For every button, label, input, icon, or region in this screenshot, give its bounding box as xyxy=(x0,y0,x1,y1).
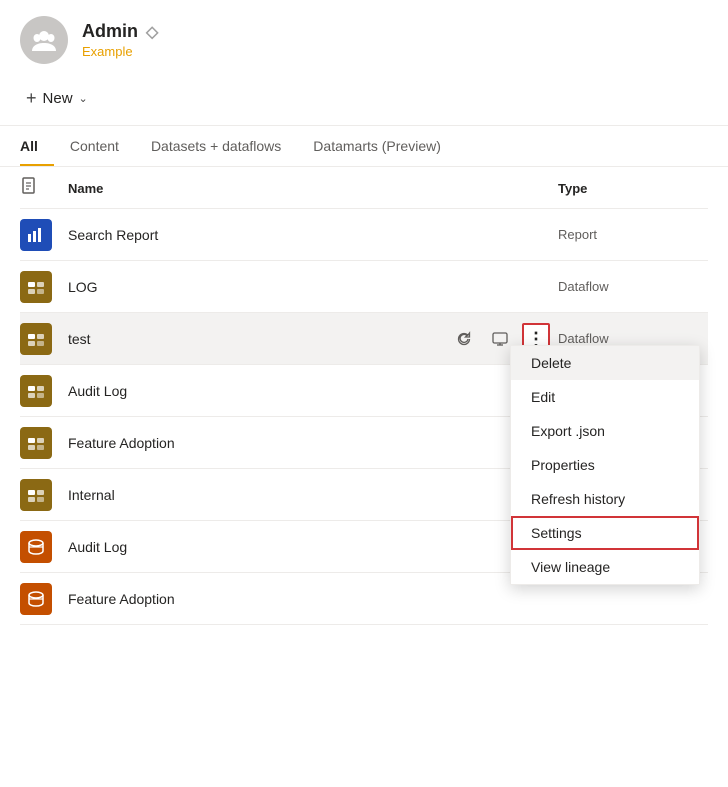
item-name: Audit Log xyxy=(68,539,558,555)
menu-item-settings[interactable]: Settings xyxy=(511,516,699,550)
menu-item-export-json[interactable]: Export .json xyxy=(511,414,699,448)
dataflow-icon xyxy=(20,375,52,407)
name-column-header: Name xyxy=(68,181,558,196)
menu-item-refresh-history[interactable]: Refresh history xyxy=(511,482,699,516)
new-button[interactable]: + New ⌄ xyxy=(20,84,94,113)
table-row: LOG Dataflow xyxy=(20,261,708,313)
content-table: Name Type Search Report Report xyxy=(0,167,728,625)
tab-bar: All Content Datasets + dataflows Datamar… xyxy=(0,126,728,167)
workspace-name: Admin xyxy=(82,21,138,42)
menu-item-edit[interactable]: Edit xyxy=(511,380,699,414)
new-label: New xyxy=(43,90,73,107)
table-row: test ⋮ Dataflow Delete Edit xyxy=(20,313,708,365)
dataflow-icon xyxy=(20,479,52,511)
row-icon-col xyxy=(20,323,68,355)
header-icon-col xyxy=(20,177,68,200)
row-icon-col xyxy=(20,531,68,563)
item-type: Dataflow xyxy=(558,279,708,294)
dataflow-icon xyxy=(20,427,52,459)
tab-all[interactable]: All xyxy=(20,126,54,166)
dataflow-icon xyxy=(20,323,52,355)
context-menu: Delete Edit Export .json Properties Refr… xyxy=(510,345,700,585)
item-name: test xyxy=(68,331,450,347)
item-name: Internal xyxy=(68,487,558,503)
item-name: Audit Log xyxy=(68,383,558,399)
refresh-icon[interactable] xyxy=(450,325,478,353)
report-icon xyxy=(20,219,52,251)
table-row: Search Report Report xyxy=(20,209,708,261)
avatar-icon xyxy=(28,24,60,56)
table-header: Name Type xyxy=(20,167,708,209)
item-type: Dataflow xyxy=(558,331,708,346)
header: Admin ◇ Example xyxy=(0,0,728,76)
tab-datamarts[interactable]: Datamarts (Preview) xyxy=(297,126,457,166)
workspace-subtitle: Example xyxy=(82,44,158,59)
menu-item-view-lineage[interactable]: View lineage xyxy=(511,550,699,584)
header-info: Admin ◇ Example xyxy=(82,21,158,59)
item-type: Report xyxy=(558,227,708,242)
menu-item-delete[interactable]: Delete xyxy=(511,346,699,380)
chevron-down-icon: ⌄ xyxy=(79,92,88,105)
datamart-icon xyxy=(20,531,52,563)
plus-icon: + xyxy=(26,88,37,109)
tab-content[interactable]: Content xyxy=(54,126,135,166)
toolbar: + New ⌄ xyxy=(0,76,728,126)
diamond-icon: ◇ xyxy=(146,22,158,42)
item-name: Search Report xyxy=(68,227,558,243)
item-name: LOG xyxy=(68,279,558,295)
row-icon-col xyxy=(20,427,68,459)
row-icon-col xyxy=(20,479,68,511)
avatar xyxy=(20,16,68,64)
row-icon-col xyxy=(20,271,68,303)
type-column-header: Type xyxy=(558,181,708,196)
header-title: Admin ◇ xyxy=(82,21,158,42)
tab-datasets[interactable]: Datasets + dataflows xyxy=(135,126,297,166)
dataflow-icon xyxy=(20,271,52,303)
row-icon-col xyxy=(20,583,68,615)
row-icon-col xyxy=(20,219,68,251)
datamart-icon xyxy=(20,583,52,615)
item-name: Feature Adoption xyxy=(68,591,558,607)
row-icon-col xyxy=(20,375,68,407)
item-name: Feature Adoption xyxy=(68,435,558,451)
menu-item-properties[interactable]: Properties xyxy=(511,448,699,482)
